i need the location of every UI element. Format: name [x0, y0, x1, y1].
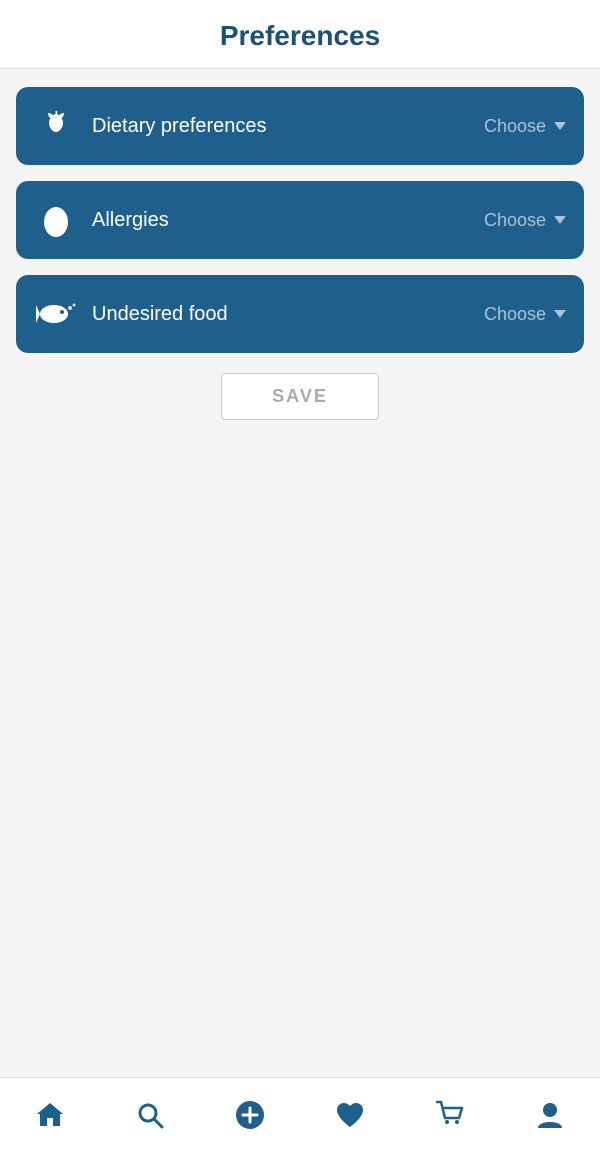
- apple-icon: [34, 104, 78, 148]
- content-area: Dietary preferences Choose Allergies Cho…: [0, 69, 600, 420]
- fish-icon: [34, 292, 78, 336]
- nav-home[interactable]: [20, 1088, 80, 1148]
- undesired-food-label: Undesired food: [92, 303, 484, 326]
- heart-icon: [335, 1101, 365, 1134]
- undesired-chevron-icon: [554, 310, 566, 318]
- save-button-container: SAVE: [16, 373, 584, 420]
- bottom-nav: [0, 1077, 600, 1157]
- undesired-food-row[interactable]: Undesired food Choose: [16, 275, 584, 353]
- save-button[interactable]: SAVE: [221, 373, 379, 420]
- undesired-choose-label: Choose: [484, 304, 566, 325]
- page-title: Preferences: [220, 20, 380, 51]
- home-icon: [35, 1100, 65, 1135]
- allergies-row[interactable]: Allergies Choose: [16, 181, 584, 259]
- allergies-label: Allergies: [92, 209, 484, 232]
- dietary-choose-label: Choose: [484, 116, 566, 137]
- nav-add[interactable]: [220, 1088, 280, 1148]
- allergies-choose-label: Choose: [484, 210, 566, 231]
- nav-favorites[interactable]: [320, 1088, 380, 1148]
- cart-icon: [435, 1100, 465, 1135]
- nav-profile[interactable]: [520, 1088, 580, 1148]
- header: Preferences: [0, 0, 600, 69]
- dietary-chevron-icon: [554, 122, 566, 130]
- dietary-preferences-row[interactable]: Dietary preferences Choose: [16, 87, 584, 165]
- allergies-chevron-icon: [554, 216, 566, 224]
- profile-icon: [536, 1100, 564, 1135]
- egg-icon: [34, 198, 78, 242]
- dietary-preferences-label: Dietary preferences: [92, 115, 484, 138]
- nav-cart[interactable]: [420, 1088, 480, 1148]
- search-icon: [136, 1101, 164, 1134]
- nav-search[interactable]: [120, 1088, 180, 1148]
- add-circle-icon: [234, 1099, 266, 1136]
